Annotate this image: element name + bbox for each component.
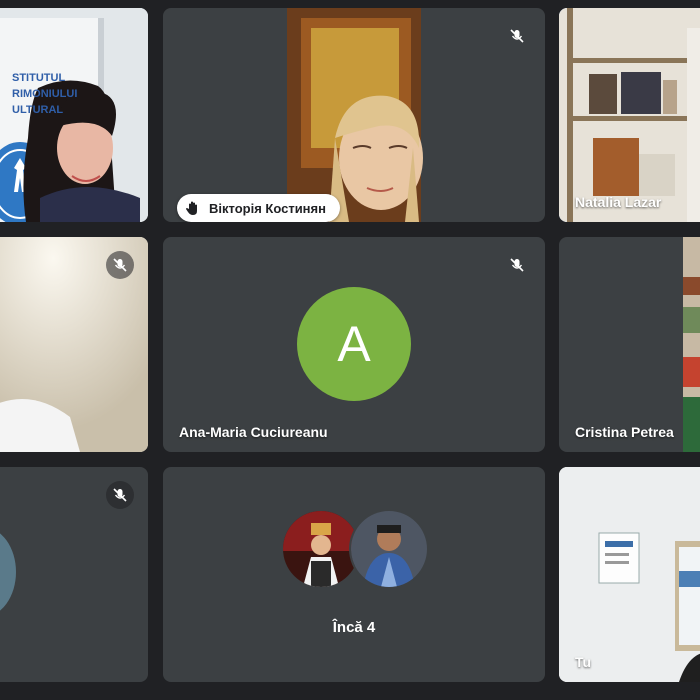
banner-text: STITUTUL RIMONIULUI ULTURAL (12, 70, 77, 118)
avatar (0, 527, 16, 617)
banner-line-3: ULTURAL (12, 104, 64, 116)
participant-tile-5[interactable]: A Ana-Maria Cuciureanu (163, 237, 545, 452)
mic-off-icon (106, 481, 134, 509)
banner-line-2: RIMONIULUI (12, 88, 78, 100)
participant-tile-7[interactable] (0, 467, 148, 682)
raised-hand-name-pill: Вікторія Костинян (177, 194, 340, 222)
participant-tile-4[interactable] (0, 237, 148, 452)
raised-hand-icon (186, 201, 197, 215)
more-participants-label: Încă 4 (332, 619, 376, 636)
mic-off-icon (503, 251, 531, 279)
participant-tile-1[interactable]: STITUTUL RIMONIULUI ULTURAL (0, 8, 148, 222)
participant-name: Вікторія Костинян (209, 200, 326, 216)
banner-line-1: STITUTUL (12, 72, 66, 84)
participant-video (559, 467, 700, 682)
more-participants-tile[interactable]: Încă 4 (163, 467, 545, 682)
participant-video (287, 8, 423, 222)
participant-tile-2[interactable]: Вікторія Костинян (163, 8, 545, 222)
participant-video (683, 237, 700, 452)
mic-off-icon (503, 22, 531, 50)
participant-thumbnail-2 (351, 511, 427, 587)
self-view-tile[interactable]: Tu (559, 467, 700, 682)
mic-off-icon (106, 251, 134, 279)
avatar: A (297, 287, 411, 401)
participant-name: Cristina Petrea (575, 424, 674, 440)
participant-video (559, 8, 700, 222)
avatar-initial: A (337, 316, 371, 372)
participant-tile-6[interactable]: Cristina Petrea (559, 237, 700, 452)
participant-name: Natalia Lazar (575, 194, 662, 210)
participant-thumbnail-1 (283, 511, 359, 587)
participant-tile-3[interactable]: Natalia Lazar (559, 8, 700, 222)
participant-name: Ana-Maria Cuciureanu (179, 424, 328, 440)
participant-name: Tu (575, 654, 592, 670)
